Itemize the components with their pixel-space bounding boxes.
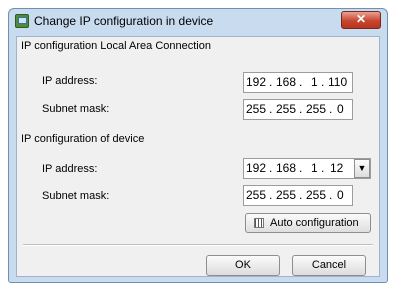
local-ip-field[interactable]: 192 . 168 . 1 . 110 (243, 72, 353, 93)
local-ip-octet-3: 1 (311, 75, 318, 89)
dot: . (329, 102, 333, 116)
ok-button[interactable]: OK (206, 255, 280, 276)
dot: . (321, 75, 325, 89)
dot: . (321, 161, 325, 175)
dot: . (299, 102, 303, 116)
cancel-button[interactable]: Cancel (292, 255, 366, 276)
local-ip-octet-2: 168 (276, 75, 297, 89)
dialog-title: Change IP configuration in device (34, 14, 214, 28)
device-ip-octet-1: 192 (246, 161, 267, 175)
local-mask-octet-3: 255 (306, 102, 327, 116)
device-ip-octet-3: 1 (311, 161, 318, 175)
local-mask-label: Subnet mask: (42, 103, 110, 115)
local-mask-octet-4: 0 (337, 102, 344, 116)
local-mask-octet-2: 255 (276, 102, 297, 116)
chevron-down-icon: ▼ (357, 163, 367, 173)
dot: . (299, 161, 303, 175)
device-mask-field[interactable]: 255 . 255 . 255 . 0 (243, 185, 353, 206)
device-mask-octet-3: 255 (306, 188, 327, 202)
divider (23, 244, 373, 246)
device-mask-octet-2: 255 (276, 188, 297, 202)
grid-icon (254, 218, 264, 228)
network-icon (15, 14, 29, 28)
dot: . (269, 102, 273, 116)
auto-configuration-button[interactable]: Auto configuration (245, 213, 371, 233)
history-dropdown-button[interactable]: ▼ (354, 159, 370, 178)
auto-configuration-label: Auto configuration (270, 217, 359, 229)
device-ip-octet-4: 12 (330, 161, 344, 175)
device-section-heading: IP configuration of device (21, 133, 145, 145)
dot: . (329, 188, 333, 202)
dot: . (269, 161, 273, 175)
close-button[interactable]: ✕ (341, 11, 381, 29)
device-ip-field[interactable]: 192 . 168 . 1 . 12 ▼ (243, 158, 371, 179)
dot: . (269, 75, 273, 89)
dialog-window: Change IP configuration in device ✕ IP c… (8, 8, 388, 283)
local-section-heading: IP configuration Local Area Connection (21, 40, 211, 52)
local-ip-octet-1: 192 (246, 75, 267, 89)
dot: . (269, 188, 273, 202)
local-ip-label: IP address: (42, 75, 98, 87)
dialog-body: IP configuration Local Area Connection I… (16, 36, 380, 277)
dot: . (299, 188, 303, 202)
device-ip-label: IP address: (42, 163, 98, 175)
device-mask-label: Subnet mask: (42, 190, 110, 202)
title-bar[interactable]: Change IP configuration in device ✕ (9, 9, 387, 36)
device-ip-octet-2: 168 (276, 161, 297, 175)
device-mask-octet-4: 0 (337, 188, 344, 202)
local-mask-field[interactable]: 255 . 255 . 255 . 0 (243, 99, 353, 120)
local-ip-octet-4: 110 (328, 75, 348, 89)
device-mask-octet-1: 255 (246, 188, 267, 202)
local-mask-octet-1: 255 (246, 102, 267, 116)
dot: . (299, 75, 303, 89)
